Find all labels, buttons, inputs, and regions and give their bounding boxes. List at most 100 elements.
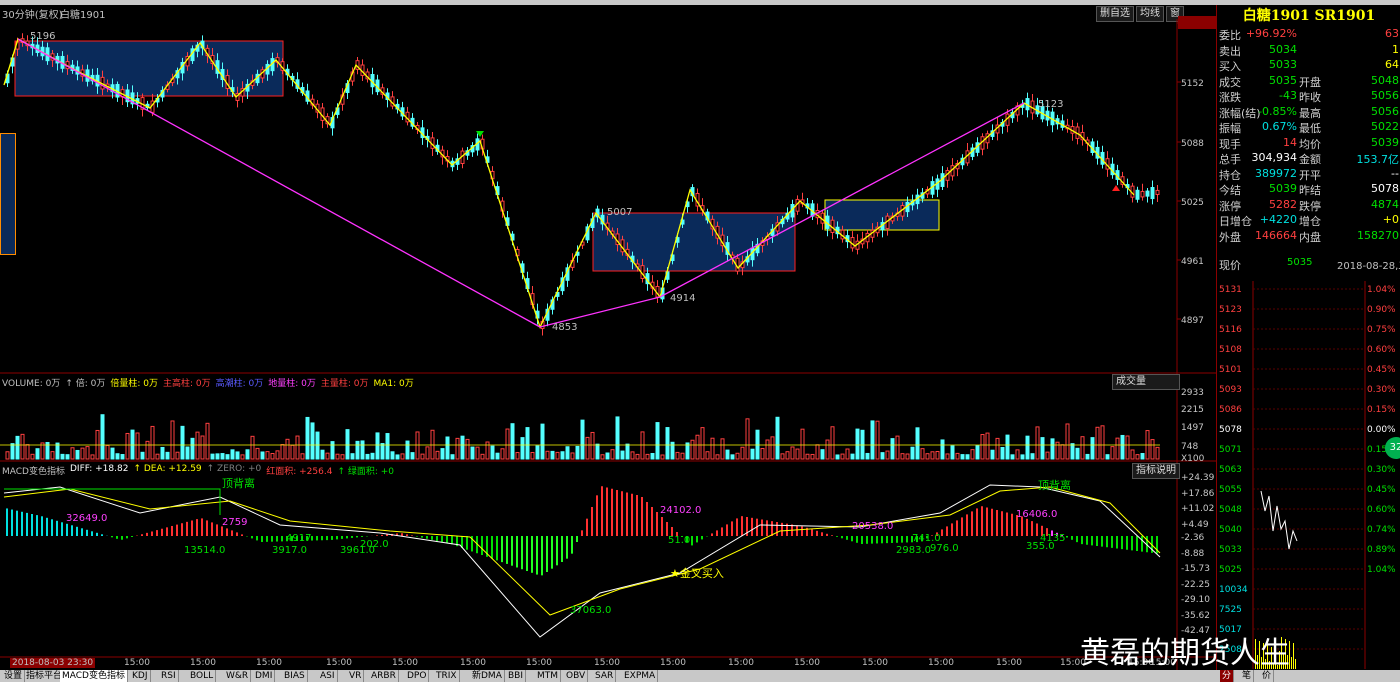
indicator-tab[interactable]: DMI [253,670,276,682]
volume-bar [675,451,680,460]
macd-bar [201,518,203,536]
indicator-tab[interactable]: RSI [159,670,179,682]
vol-legend-2: 倍量柱: 0万 [110,379,158,389]
indicator-tab-bar: 设置 指标平台 MACD变色指标 KDJ RSI BOLL W&R DMI BIAS ASI VR A… [0,670,1216,682]
macd-bar [956,520,958,536]
intraday-chart[interactable]: 5131 5123 5116 5108 5101 5093 5086 5078 5071 5063… [1217,281,1400,669]
volume-bar [125,432,130,460]
volume-bar [750,448,755,460]
volume-bar [425,446,430,460]
macd-bar [941,529,943,536]
indicator-tab[interactable]: MACD变色指标 [60,670,128,682]
indicator-tab[interactable]: W&R [224,670,252,682]
indicator-tab[interactable]: BBI [506,670,527,682]
volume-dropdown[interactable]: 成交量 [1112,374,1180,390]
macd-bar [26,512,28,536]
volume-axis-label: 2933 [1181,388,1204,398]
volume-bar [100,414,105,460]
intraday-right-scale: 0.74% [1367,525,1396,535]
volume-bar [175,451,180,460]
volume-bar [845,448,850,460]
macd-bar [1071,536,1073,540]
volume-bar [1040,437,1045,460]
indicator-tab[interactable]: SAR [593,670,617,682]
macd-legend-0: MACD变色指标 [2,467,65,477]
macd-bar [626,492,628,536]
indicator-tab[interactable]: TRIX [434,670,460,682]
kline-chart[interactable]: 521151525088502549614897293322151497748X… [0,5,1216,670]
volume-bar [545,450,550,460]
volume-bar [490,445,495,460]
macd-bar [1101,536,1103,547]
macd-bar [521,536,523,570]
volume-bar [1030,453,1035,460]
volume-bar [640,431,645,460]
quote-field-label: 外盘 [1219,230,1241,244]
price-axis-label: 5025 [1181,198,1204,208]
macd-bar [726,524,728,536]
quote-panel: 白糖1901 SR1901 委比 +96.92% 63 卖出 5034 1 买入 5033 64… [1216,5,1400,670]
macd-bar [716,530,718,536]
navigator-handle[interactable] [0,133,16,255]
chart-panel[interactable]: 30分钟(复权) 白糖1901 删自选 均线 窗 521151525088502… [0,5,1216,670]
macd-axis-label: -15.73 [1181,564,1210,574]
indicator-tab[interactable]: 指标平台 [24,670,66,682]
macd-bar [256,536,258,541]
indicator-tab[interactable]: 新DMA [470,670,505,682]
intraday-right-scale: 0.30% [1367,465,1396,475]
intraday-right-scale: 0.45% [1367,485,1396,495]
macd-bar [1011,513,1013,536]
macd-bar [181,523,183,536]
indicator-tab[interactable]: DPO [405,670,430,682]
indicator-tab[interactable]: ASI [318,670,338,682]
quote-field-label: 涨跌 [1219,91,1241,104]
volume-bar [420,453,425,460]
volume-bar [1050,438,1055,460]
volume-bar [65,454,70,460]
time-tick: 15:00 [460,658,486,668]
macd-bar [21,511,23,536]
volume-legend: VOLUME: 0万 ↑ 倍: 0万 倍量柱: 0万 主高柱: 0万 高潮柱: … [2,376,414,389]
macd-bar [591,507,593,536]
indicator-tab[interactable]: BIAS [282,670,308,682]
macd-bar [76,526,78,536]
volume-bar [630,451,635,460]
volume-bar [575,445,580,460]
quote-field-value-2: 1 [1392,42,1399,56]
quote-field-label-2: 昨结 [1299,184,1321,197]
macd-bar [651,507,653,536]
macd-note-2759: 2759 [222,517,248,528]
macd-bar [406,534,408,536]
indicator-tab[interactable]: ARBR [369,670,399,682]
macd-bar [376,535,378,536]
indicator-tab[interactable]: KDJ [130,670,151,682]
indicator-tab[interactable]: MTM [535,670,562,682]
macd-axis-label: -29.10 [1181,595,1210,605]
macd-bar [11,509,13,536]
volume-bar [450,454,455,460]
float-badge[interactable]: 32 [1385,437,1400,459]
volume-bar [85,446,90,460]
macd-note-16406: 16406.0 [1016,509,1058,520]
indicator-tab[interactable]: 设置 [2,670,26,682]
quote-field-value-2: 63 [1385,27,1399,40]
macd-axis-label: +24.39 [1181,473,1215,483]
indicator-help-button[interactable]: 指标说明 [1132,463,1180,479]
vol-legend-4: 高潮柱: 0万 [215,379,264,389]
volume-bar [985,432,990,460]
quote-field-value: 146664 [1255,228,1297,242]
indicator-tab[interactable]: BOLL [188,670,217,682]
macd-bar [436,536,438,541]
volume-bar [130,429,135,460]
intraday-left-scale: 5101 [1219,365,1242,375]
indicator-tab[interactable]: VR [347,670,365,682]
macd-bar [1026,518,1028,536]
macd-bar [176,524,178,536]
quote-field-label: 日增仓 [1219,215,1252,228]
volume-bar [930,451,935,460]
volume-bar [385,433,390,460]
indicator-tab[interactable]: EXPMA [622,670,659,682]
macd-bar [96,532,98,536]
volume-axis-label: 748 [1181,442,1198,452]
indicator-tab[interactable]: OBV [564,670,589,682]
